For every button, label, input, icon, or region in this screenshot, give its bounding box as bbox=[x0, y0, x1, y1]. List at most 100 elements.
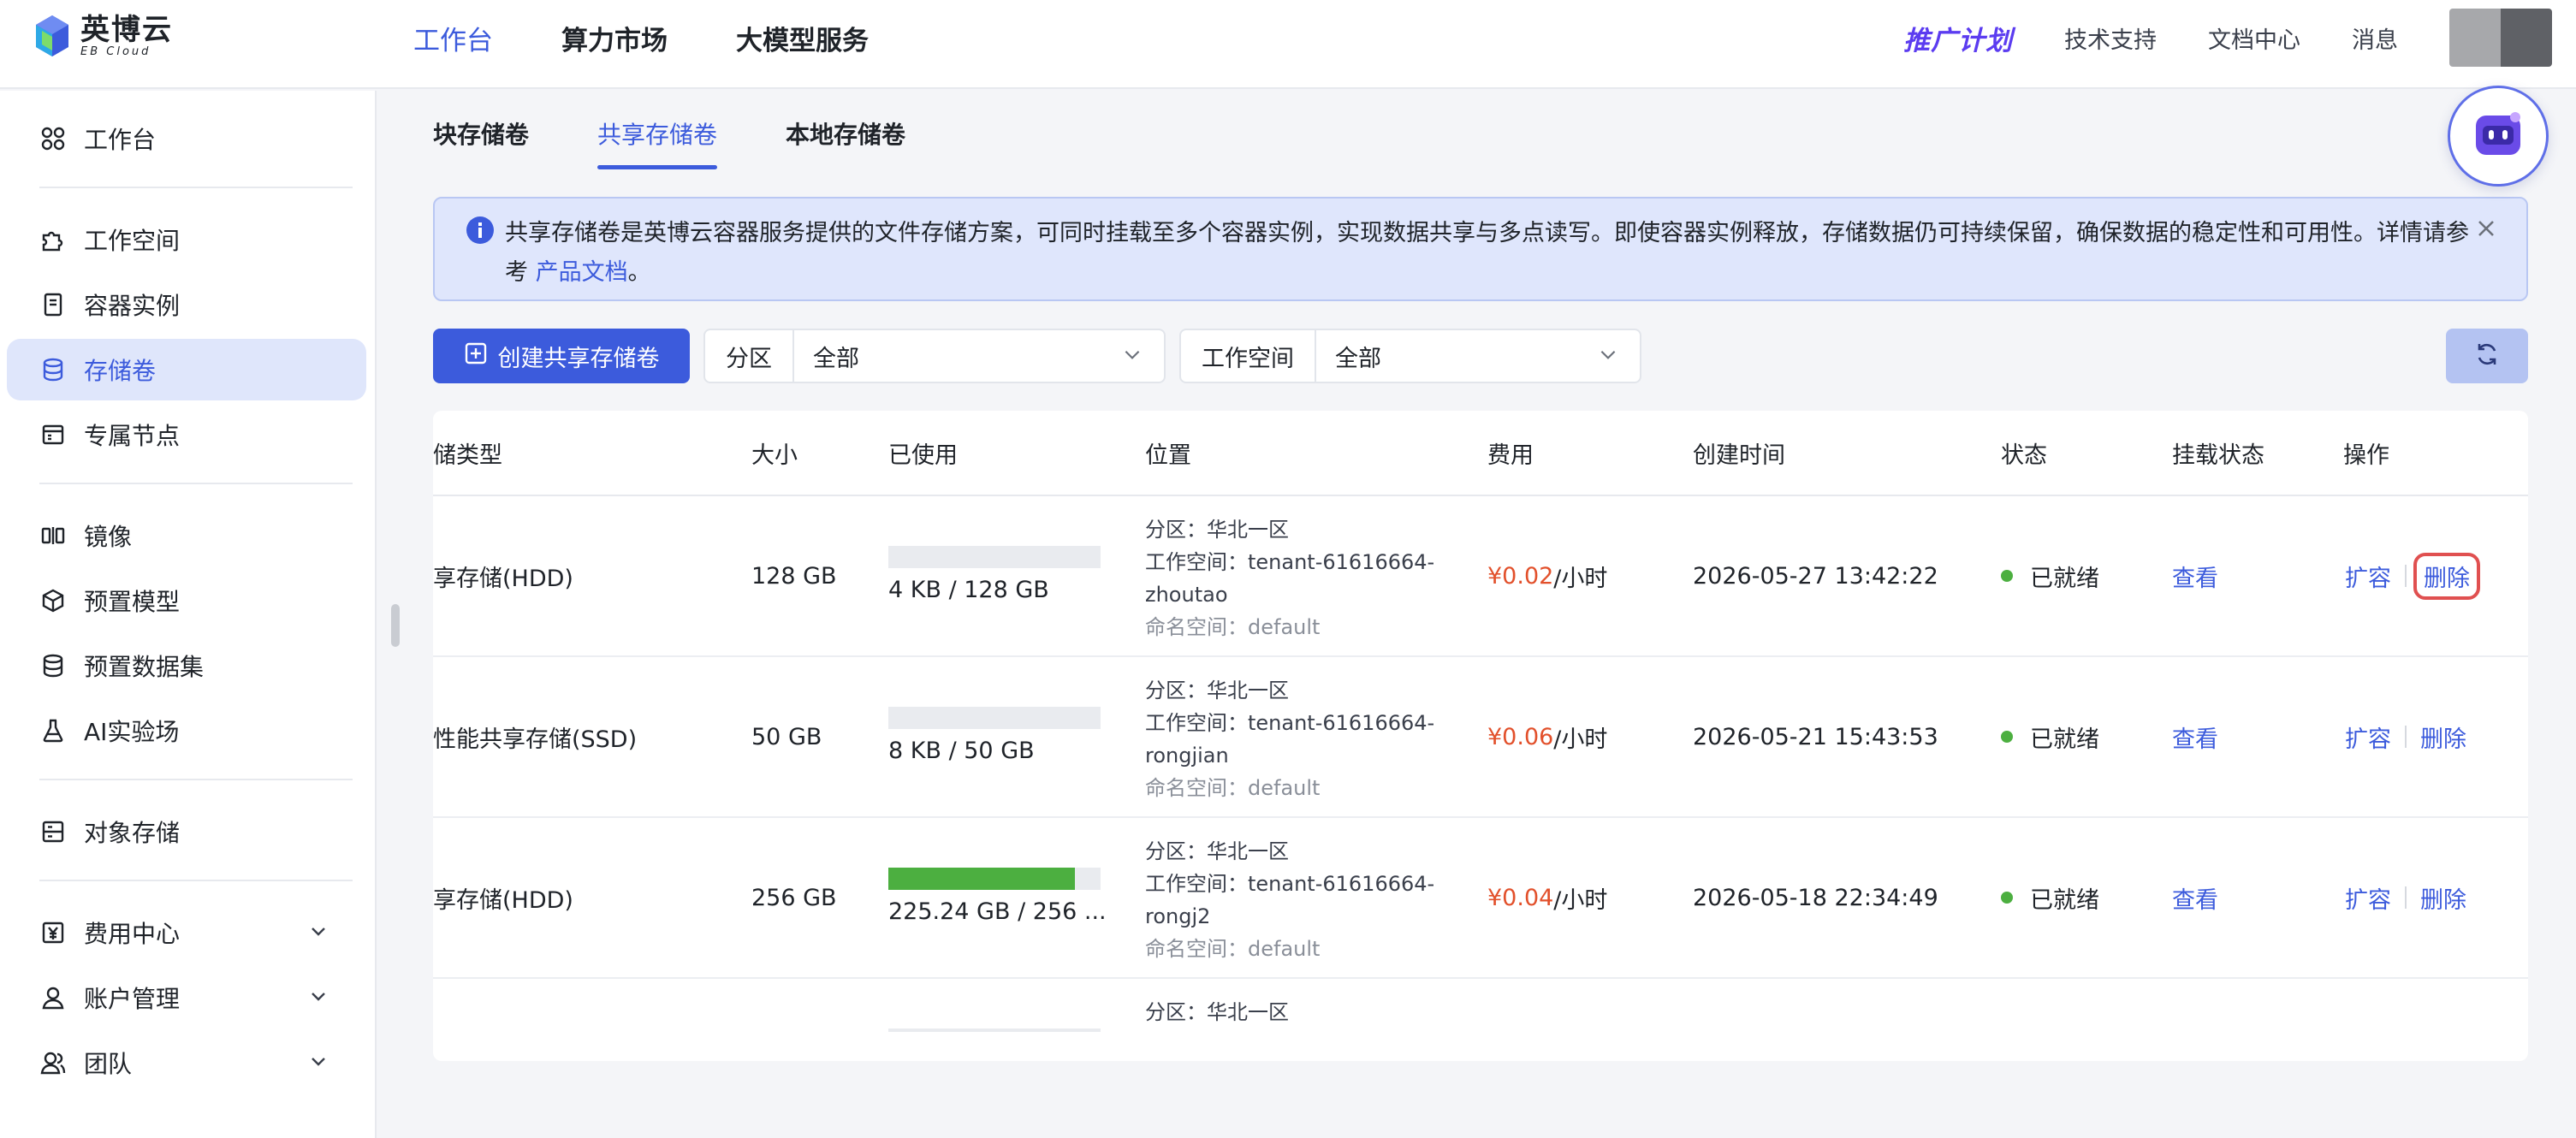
brand-name-en: EB Cloud bbox=[80, 45, 151, 58]
price-unit: /小时 bbox=[1553, 886, 1608, 914]
sidebar-item-workbench[interactable]: 工作台 bbox=[7, 108, 366, 169]
brand-logo[interactable]: 英博云 EB Cloud bbox=[34, 14, 173, 58]
price-unit: /小时 bbox=[1553, 726, 1608, 753]
sidebar-item-dedicated-nodes[interactable]: 专属节点 bbox=[7, 404, 366, 465]
location-workspace: 工作空间：tenant-61616664-rongj2 bbox=[1145, 872, 1435, 928]
cell-size: 128 GB bbox=[751, 562, 837, 590]
avatar[interactable] bbox=[2449, 9, 2552, 67]
status-text: 已就绪 bbox=[2030, 565, 2099, 592]
promo-link[interactable]: 推广计划 bbox=[1903, 19, 2013, 57]
action-separator bbox=[2405, 886, 2407, 909]
workspace-value: 全部 bbox=[1335, 345, 1381, 372]
nav-llm-service[interactable]: 大模型服务 bbox=[736, 19, 869, 57]
location-partition: 分区：华北一区 bbox=[1145, 679, 1289, 702]
sidebar-item-team[interactable]: 团队 bbox=[7, 1032, 366, 1094]
nav-compute-market[interactable]: 算力市场 bbox=[561, 19, 668, 57]
sidebar-item-images[interactable]: 镜像 bbox=[7, 505, 366, 566]
sidebar-item-preset-datasets[interactable]: 预置数据集 bbox=[7, 635, 366, 696]
tab-shared-storage[interactable]: 共享存储卷 bbox=[597, 116, 718, 169]
cell-created: 2026-05-21 15:43:53 bbox=[1693, 723, 1938, 750]
product-docs-link[interactable]: 产品文档 bbox=[536, 259, 628, 286]
delete-button[interactable]: 删除 bbox=[2420, 720, 2466, 754]
sidebar-scrollbar[interactable] bbox=[391, 604, 400, 647]
cell-size: 50 GB bbox=[751, 723, 822, 750]
view-mount-link[interactable]: 查看 bbox=[2172, 657, 2218, 816]
sidebar-item-storage-volumes[interactable]: 存储卷 bbox=[7, 339, 366, 400]
nav-workbench[interactable]: 工作台 bbox=[413, 19, 493, 57]
col-header-actions: 操作 bbox=[2343, 442, 2389, 469]
messages-link[interactable]: 消息 bbox=[2352, 21, 2398, 55]
yen-icon bbox=[39, 919, 67, 946]
sidebar-item-object-storage[interactable]: 对象存储 bbox=[7, 801, 366, 862]
location-partition: 分区：华北一区 bbox=[1145, 1000, 1289, 1024]
database-icon bbox=[39, 356, 67, 383]
create-button-label: 创建共享存储卷 bbox=[497, 345, 660, 372]
expand-button[interactable]: 扩容 bbox=[2345, 560, 2391, 593]
expand-button[interactable]: 扩容 bbox=[2345, 881, 2391, 915]
team-icon bbox=[39, 1049, 67, 1076]
robot-icon bbox=[2471, 107, 2526, 165]
chevron-down-icon[interactable] bbox=[308, 1049, 329, 1077]
user-icon bbox=[39, 984, 67, 1011]
col-header-location: 位置 bbox=[1145, 442, 1191, 469]
price-value: ¥0.04 bbox=[1487, 884, 1554, 911]
partition-select[interactable]: 分区 全部 bbox=[703, 329, 1166, 383]
tab-block-storage[interactable]: 块存储卷 bbox=[433, 116, 529, 169]
expand-button[interactable]: 扩容 bbox=[2345, 720, 2391, 754]
sidebar-item-label: 对象存储 bbox=[84, 819, 181, 847]
view-mount-link[interactable]: 查看 bbox=[2172, 818, 2218, 977]
sidebar-item-containers[interactable]: 容器实例 bbox=[7, 274, 366, 335]
chevron-down-icon bbox=[1597, 343, 1619, 369]
docs-center-link[interactable]: 文档中心 bbox=[2208, 21, 2300, 55]
usage-meter: 225.24 GB / 256 ... bbox=[888, 868, 1107, 925]
row-actions: 扩容 删除 bbox=[2345, 496, 2480, 655]
cell-cost: ¥0.06 /小时 bbox=[1487, 657, 1607, 816]
tab-local-storage[interactable]: 本地存储卷 bbox=[786, 116, 905, 169]
tech-support-link[interactable]: 技术支持 bbox=[2064, 21, 2157, 55]
close-icon[interactable] bbox=[2475, 217, 2497, 243]
cell-status: 已就绪 bbox=[2001, 657, 2099, 816]
action-separator bbox=[2405, 726, 2407, 748]
plus-square-icon bbox=[464, 341, 488, 371]
usage-bar bbox=[888, 707, 1101, 729]
server-icon bbox=[39, 291, 67, 318]
delete-button[interactable]: 删除 bbox=[2420, 881, 2466, 915]
col-header-cost: 费用 bbox=[1487, 442, 1534, 469]
chevron-down-icon[interactable] bbox=[308, 919, 329, 947]
workspace-select[interactable]: 工作空间 全部 bbox=[1179, 329, 1641, 383]
sidebar-item-label: 预置模型 bbox=[84, 588, 181, 616]
flask-icon bbox=[39, 717, 67, 744]
sidebar-item-account[interactable]: 账户管理 bbox=[7, 967, 366, 1028]
ai-assistant-button[interactable] bbox=[2448, 86, 2549, 187]
sidebar-item-label: AI实验场 bbox=[84, 718, 180, 746]
sidebar-item-label: 镜像 bbox=[84, 523, 133, 551]
chevron-down-icon[interactable] bbox=[308, 984, 329, 1012]
cell-location: 分区：华北一区 工作空间：tenant-61616664-zhoutao 命名空… bbox=[1145, 513, 1453, 643]
price-unit: /小时 bbox=[1553, 565, 1608, 592]
refresh-button[interactable] bbox=[2446, 329, 2528, 383]
cell-created: 2026-05-27 13:42:22 bbox=[1693, 562, 1938, 590]
create-shared-volume-button[interactable]: 创建共享存储卷 bbox=[433, 329, 690, 383]
sidebar-item-ai-lab[interactable]: AI实验场 bbox=[7, 700, 366, 762]
cell-location: 分区：华北一区 bbox=[1145, 996, 1453, 1028]
sidebar-item-preset-models[interactable]: 预置模型 bbox=[7, 570, 366, 631]
delete-button[interactable]: 删除 bbox=[2413, 552, 2480, 600]
divider bbox=[39, 483, 353, 484]
location-partition: 分区：华北一区 bbox=[1145, 839, 1289, 863]
table-row: 享存储(HDD) 128 GB 4 KB / 128 GB 分区：华北一区 工作… bbox=[433, 496, 2528, 657]
sidebar-item-billing[interactable]: 费用中心 bbox=[7, 902, 366, 963]
table-row: 分区：华北一区 bbox=[433, 979, 2528, 1061]
cell-created: 2026-05-18 22:34:49 bbox=[1693, 884, 1938, 911]
price-value: ¥0.06 bbox=[1487, 723, 1554, 750]
top-bar: 英博云 EB Cloud 工作台 算力市场 大模型服务 推广计划 技术支持 文档… bbox=[0, 0, 2576, 89]
sidebar-item-label: 团队 bbox=[84, 1050, 133, 1078]
cell-location: 分区：华北一区 工作空间：tenant-61616664-rongjian 命名… bbox=[1145, 674, 1453, 804]
puzzle-icon bbox=[39, 226, 67, 253]
view-mount-link[interactable]: 查看 bbox=[2172, 496, 2218, 655]
bucket-icon bbox=[39, 818, 67, 845]
node-icon bbox=[39, 421, 67, 448]
partition-label: 分区 bbox=[705, 330, 794, 382]
location-partition: 分区：华北一区 bbox=[1145, 518, 1289, 542]
sidebar-item-workspace[interactable]: 工作空间 bbox=[7, 209, 366, 270]
usage-meter: 4 KB / 128 GB bbox=[888, 546, 1101, 603]
